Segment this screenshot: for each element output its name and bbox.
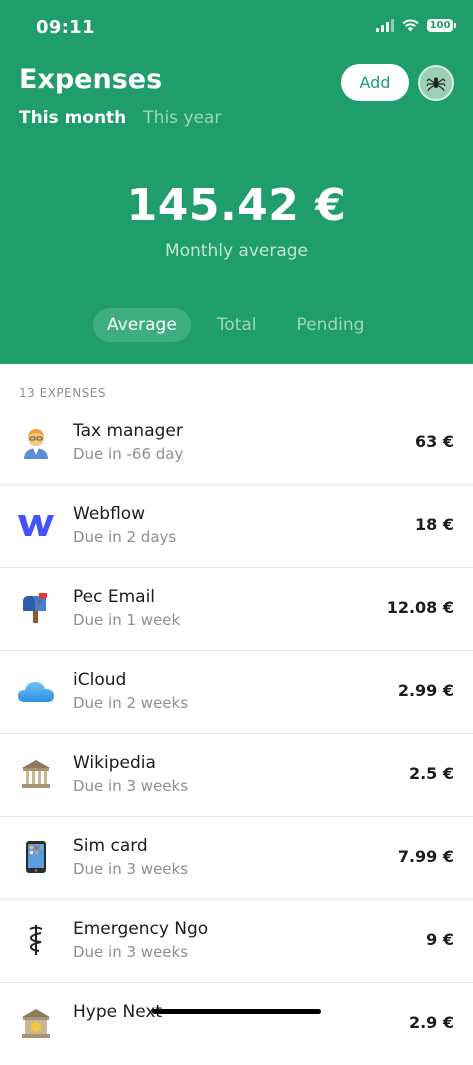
page-title: Expenses [19, 64, 163, 95]
battery-icon: 100 [427, 19, 456, 32]
list-item[interactable]: Pec Email Due in 1 week 12.08 € [0, 568, 473, 651]
expense-amount: 7.99 € [397, 847, 454, 866]
cellular-signal-icon [376, 19, 394, 32]
expense-name: iCloud [73, 670, 127, 690]
status-icons: 100 [376, 19, 456, 32]
avatar[interactable] [418, 65, 454, 101]
mailbox-icon [17, 589, 55, 627]
cloud-icon [17, 672, 55, 710]
expense-name: Sim card [73, 836, 148, 856]
phone-icon [17, 838, 55, 876]
list-item[interactable]: Wikipedia Due in 3 weeks 2.5 € [0, 734, 473, 817]
expense-name: Wikipedia [73, 753, 156, 773]
list-item[interactable]: Hype Next 2.9 € [0, 983, 473, 1065]
expense-amount: 63 € [415, 432, 454, 451]
wifi-icon [402, 19, 419, 32]
expense-name: Tax manager [73, 421, 183, 441]
status-time: 09:11 [36, 17, 95, 38]
bank-money-icon [17, 1004, 55, 1042]
header: 09:11 100 Expenses Add This month This y… [0, 0, 473, 364]
expense-name: Webflow [73, 504, 146, 524]
period-tabs: This month This year [19, 108, 221, 128]
expense-amount: 12.08 € [386, 598, 454, 617]
expense-due: Due in -66 day [73, 445, 184, 463]
medical-icon [17, 921, 55, 959]
expense-due: Due in 2 days [73, 528, 177, 546]
expense-name: Pec Email [73, 587, 156, 607]
expense-name: Hype Next [73, 1002, 163, 1022]
list-item[interactable]: iCloud Due in 2 weeks 2.99 € [0, 651, 473, 734]
expense-amount: 2.5 € [408, 764, 454, 783]
expense-due: Due in 3 weeks [73, 860, 189, 878]
webflow-icon [17, 506, 55, 544]
expense-amount: 2.99 € [397, 681, 454, 700]
expense-amount: 145.42 € [126, 180, 347, 231]
amount-caption: Monthly average [164, 241, 309, 261]
view-segmented-control: Average Total Pending [93, 308, 390, 342]
tab-this-month[interactable]: This month [19, 108, 126, 128]
expense-due: Due in 3 weeks [73, 777, 189, 795]
expense-due: Due in 3 weeks [73, 943, 189, 961]
status-bar: 09:11 100 [0, 0, 473, 56]
home-indicator [152, 1009, 321, 1014]
bank-icon [17, 755, 55, 793]
expense-name: Emergency Ngo [73, 919, 209, 939]
expense-due: Due in 2 weeks [73, 694, 189, 712]
tab-this-year[interactable]: This year [143, 108, 221, 128]
expense-list: Tax manager Due in -66 day 63 € Webflow … [0, 402, 473, 1065]
spider-icon [426, 77, 446, 92]
list-item[interactable]: Emergency Ngo Due in 3 weeks 9 € [0, 900, 473, 983]
segment-average[interactable]: Average [93, 308, 191, 342]
list-item[interactable]: Tax manager Due in -66 day 63 € [0, 402, 473, 485]
segment-pending[interactable]: Pending [283, 308, 379, 342]
list-item[interactable]: Webflow Due in 2 days 18 € [0, 485, 473, 568]
expense-amount: 18 € [415, 515, 454, 534]
tax-manager-icon [17, 423, 55, 461]
expense-amount: 2.9 € [408, 1013, 454, 1032]
add-expense-button[interactable]: Add [341, 64, 409, 101]
segment-total[interactable]: Total [203, 308, 271, 342]
expense-due: Due in 1 week [73, 611, 181, 629]
expense-amount: 9 € [426, 930, 454, 949]
expenses-count: 13 EXPENSES [19, 386, 106, 400]
list-item[interactable]: Sim card Due in 3 weeks 7.99 € [0, 817, 473, 900]
